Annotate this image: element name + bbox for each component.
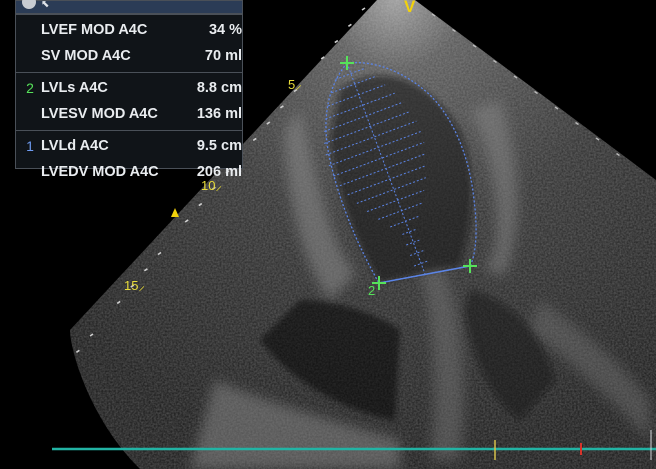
measurement-group-systolic: 2 LVLs A4C 8.8 cm LVESV MOD A4C 136 ml (16, 72, 242, 130)
measurement-row[interactable]: LVESV MOD A4C 136 ml (16, 101, 242, 127)
measurement-label: LVLs A4C (41, 80, 108, 96)
measurement-row[interactable]: 1 LVLd A4C 9.5 cm (16, 133, 242, 159)
group-index-label: 1 (26, 138, 34, 154)
panel-header: ⬉ (16, 0, 242, 14)
depth-label-10: 10⸝ (201, 178, 222, 193)
focus-marker-icon (171, 208, 179, 217)
measurement-row[interactable]: SV MOD A4C 70 ml (16, 43, 242, 69)
measurement-row[interactable]: 2 LVLs A4C 8.8 cm (16, 75, 242, 101)
caliper-number-label: 2 (368, 283, 376, 298)
measurement-value: 9.5 cm (196, 138, 242, 154)
panel-menu-icon[interactable] (22, 0, 36, 9)
measurement-value: 70 ml (204, 48, 242, 64)
measurement-label: LVESV MOD A4C (41, 106, 158, 122)
measurement-row[interactable]: LVEF MOD A4C 34 % (16, 17, 242, 43)
measurement-label: SV MOD A4C (41, 48, 131, 64)
orientation-marker: V (404, 0, 416, 16)
measurement-label: LVLd A4C (41, 138, 109, 154)
group-index-label: 2 (26, 80, 34, 96)
depth-dot (334, 39, 339, 44)
measurement-label: LVEF MOD A4C (41, 22, 148, 38)
cursor-icon: ⬉ (41, 0, 50, 10)
depth-label-15: 15⸝ (124, 278, 145, 293)
measurement-value: 136 ml (196, 106, 242, 122)
measurement-value: 8.8 cm (196, 80, 242, 96)
measurement-label: LVEDV MOD A4C (41, 164, 159, 180)
depth-label-5: 5⸝ (288, 77, 302, 92)
measurement-value: 34 % (208, 22, 242, 38)
depth-dot (361, 7, 366, 11)
measurement-group-lvef: LVEF MOD A4C 34 % SV MOD A4C 70 ml (16, 14, 242, 72)
depth-dot (347, 23, 352, 27)
measurement-results-panel: ⬉ LVEF MOD A4C 34 % SV MOD A4C 70 ml 2 L… (15, 0, 243, 180)
